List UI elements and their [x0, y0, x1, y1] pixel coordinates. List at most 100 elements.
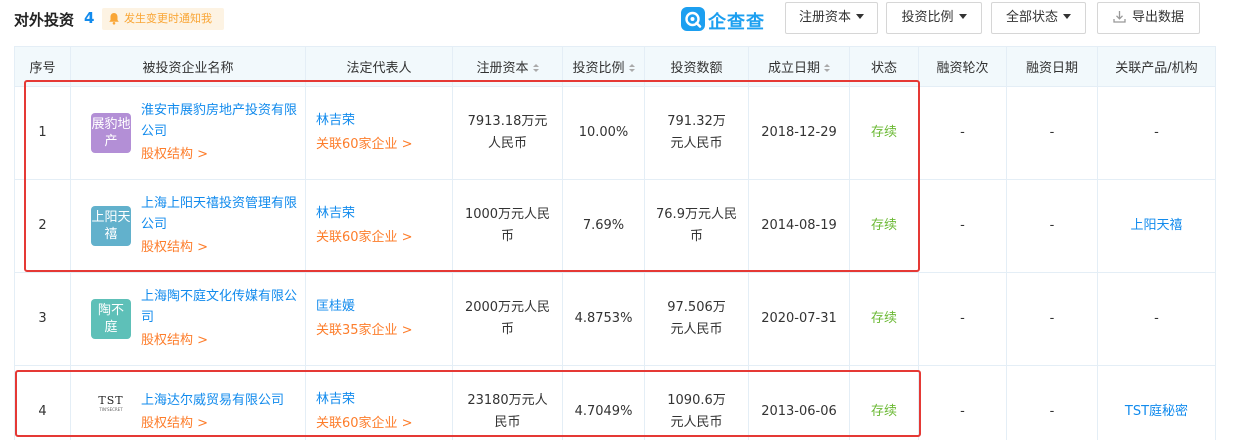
company-name-link[interactable]: 上海陶不庭文化传媒有限公司 — [141, 286, 297, 328]
amount-cell: 76.9万元人民币 — [644, 179, 749, 273]
row-index: 2 — [14, 179, 71, 273]
investment-count: 4 — [84, 9, 95, 27]
company-cell: TST TIN'SECRET 上海达尔威贸易有限公司 股权结构 > — [70, 365, 306, 440]
table-row: 3 陶不庭 上海陶不庭文化传媒有限公司 股权结构 > 匡桂媛 关联35家企业 >… — [14, 272, 1216, 366]
sort-icon[interactable] — [824, 64, 830, 73]
caret-down-icon — [1063, 14, 1071, 19]
company-logo: 上阳天禧 — [91, 206, 131, 246]
col-index: 序号 — [14, 46, 71, 87]
filter-reg-capital-dropdown[interactable]: 注册资本 — [785, 2, 878, 34]
reg-capital-cell: 2000万元人民币 — [452, 272, 563, 366]
equity-structure-link[interactable]: 股权结构 > — [141, 237, 297, 259]
col-company: 被投资企业名称 — [70, 46, 306, 87]
date-cell: 2013-06-06 — [748, 365, 850, 440]
table-row: 2 上阳天禧 上海上阳天禧投资管理有限公司 股权结构 > 林吉荣 关联60家企业… — [14, 179, 1216, 273]
company-cell: 上阳天禧 上海上阳天禧投资管理有限公司 股权结构 > — [70, 179, 306, 273]
related-companies-link[interactable]: 关联60家企业 > — [316, 134, 452, 156]
row-index: 4 — [14, 365, 71, 440]
company-name-link[interactable]: 上海达尔威贸易有限公司 — [141, 390, 297, 411]
col-reg-capital-label: 注册资本 — [476, 61, 529, 76]
legal-rep-link[interactable]: 林吉荣 — [316, 389, 452, 411]
col-reg-capital[interactable]: 注册资本 — [452, 46, 563, 87]
ratio-cell: 4.7049% — [562, 365, 645, 440]
ratio-cell: 7.69% — [562, 179, 645, 273]
investment-table: 序号 被投资企业名称 法定代表人 注册资本 投资比例 投资数额 成立日期 状态 … — [14, 46, 1216, 440]
col-ratio-label: 投资比例 — [572, 61, 625, 76]
company-name-link[interactable]: 淮安市展豹房地产投资有限公司 — [141, 100, 297, 142]
date-cell: 2018-12-29 — [748, 86, 850, 180]
company-name-link[interactable]: 上海上阳天禧投资管理有限公司 — [141, 193, 297, 235]
section-header: 对外投资 4 发生变更时通知我 企查查 注册资本 投资比例 全部状态 导出数据 — [0, 0, 1239, 40]
caret-down-icon — [958, 14, 967, 19]
table-header-row: 序号 被投资企业名称 法定代表人 注册资本 投资比例 投资数额 成立日期 状态 … — [14, 46, 1216, 87]
amount-value: 97.506万元人民币 — [667, 300, 726, 337]
product-cell: - — [1097, 86, 1216, 180]
reg-capital-cell: 7913.18万元人民币 — [452, 86, 563, 180]
equity-structure-link[interactable]: 股权结构 > — [141, 330, 297, 352]
company-cell: 陶不庭 上海陶不庭文化传媒有限公司 股权结构 > — [70, 272, 306, 366]
filter-reg-capital-label: 注册资本 — [798, 10, 851, 25]
product-cell: - — [1097, 272, 1216, 366]
tst-logo-mark: TST — [98, 394, 124, 407]
product-cell: 上阳天禧 — [1097, 179, 1216, 273]
product-link[interactable]: TST庭秘密 — [1125, 404, 1188, 419]
filter-invest-ratio-dropdown[interactable]: 投资比例 — [886, 2, 982, 34]
export-label: 导出数据 — [1131, 10, 1184, 25]
col-date[interactable]: 成立日期 — [748, 46, 850, 87]
status-badge: 存续 — [849, 179, 919, 273]
qichacha-logo-icon — [681, 7, 705, 31]
legal-rep-link[interactable]: 林吉荣 — [316, 203, 452, 225]
equity-structure-link[interactable]: 股权结构 > — [141, 413, 297, 435]
status-badge: 存续 — [849, 365, 919, 440]
reg-capital-value: 23180万元人民币 — [467, 393, 548, 430]
equity-structure-link[interactable]: 股权结构 > — [141, 144, 297, 166]
row-index: 3 — [14, 272, 71, 366]
company-logo: TST TIN'SECRET — [91, 392, 131, 432]
company-logo: 陶不庭 — [91, 299, 131, 339]
export-data-button[interactable]: 导出数据 — [1097, 2, 1200, 34]
col-legal-rep: 法定代表人 — [305, 46, 453, 87]
legal-rep-link[interactable]: 匡桂媛 — [316, 296, 452, 318]
amount-cell: 97.506万元人民币 — [644, 272, 749, 366]
fin-date-cell: - — [1006, 86, 1098, 180]
related-companies-link[interactable]: 关联35家企业 > — [316, 320, 452, 342]
amount-value: 791.32万元人民币 — [667, 114, 726, 151]
reg-capital-value: 1000万元人民币 — [464, 207, 551, 244]
company-cell: 展豹地产 淮安市展豹房地产投资有限公司 股权结构 > — [70, 86, 306, 180]
tst-logo-sub: TIN'SECRET — [99, 407, 123, 412]
round-cell: - — [918, 272, 1007, 366]
notify-on-change-button[interactable]: 发生变更时通知我 — [102, 8, 224, 30]
ratio-cell: 4.8753% — [562, 272, 645, 366]
reg-capital-cell: 1000万元人民币 — [452, 179, 563, 273]
sort-icon[interactable] — [628, 64, 635, 73]
section-title: 对外投资 — [14, 11, 75, 29]
fin-date-cell: - — [1006, 365, 1098, 440]
related-companies-link[interactable]: 关联60家企业 > — [316, 227, 452, 249]
date-cell: 2020-07-31 — [748, 272, 850, 366]
caret-down-icon — [856, 14, 864, 19]
filter-status-dropdown[interactable]: 全部状态 — [991, 2, 1086, 34]
legal-rep-cell: 林吉荣 关联60家企业 > — [305, 179, 453, 273]
amount-value: 76.9万元人民币 — [656, 207, 737, 244]
round-cell: - — [918, 365, 1007, 440]
company-logo: 展豹地产 — [91, 113, 131, 153]
related-companies-link[interactable]: 关联60家企业 > — [316, 413, 452, 435]
legal-rep-link[interactable]: 林吉荣 — [316, 110, 452, 132]
col-amount: 投资数额 — [644, 46, 749, 87]
amount-cell: 1090.6万元人民币 — [644, 365, 749, 440]
col-date-label: 成立日期 — [767, 61, 820, 76]
legal-rep-cell: 林吉荣 关联60家企业 > — [305, 86, 453, 180]
fin-date-cell: - — [1006, 179, 1098, 273]
product-link[interactable]: 上阳天禧 — [1130, 218, 1182, 233]
sort-icon[interactable] — [532, 64, 539, 73]
round-cell: - — [918, 179, 1007, 273]
filter-invest-ratio-label: 投资比例 — [901, 10, 954, 25]
table-row: 4 TST TIN'SECRET 上海达尔威贸易有限公司 股权结构 > 林吉荣 … — [14, 365, 1216, 440]
status-badge: 存续 — [849, 272, 919, 366]
reg-capital-value: 7913.18万元人民币 — [467, 114, 548, 151]
reg-capital-value: 2000万元人民币 — [464, 300, 551, 337]
amount-value: 1090.6万元人民币 — [667, 393, 726, 430]
company-logo-text: 陶不庭 — [97, 303, 124, 335]
col-round: 融资轮次 — [918, 46, 1007, 87]
col-ratio[interactable]: 投资比例 — [562, 46, 645, 87]
